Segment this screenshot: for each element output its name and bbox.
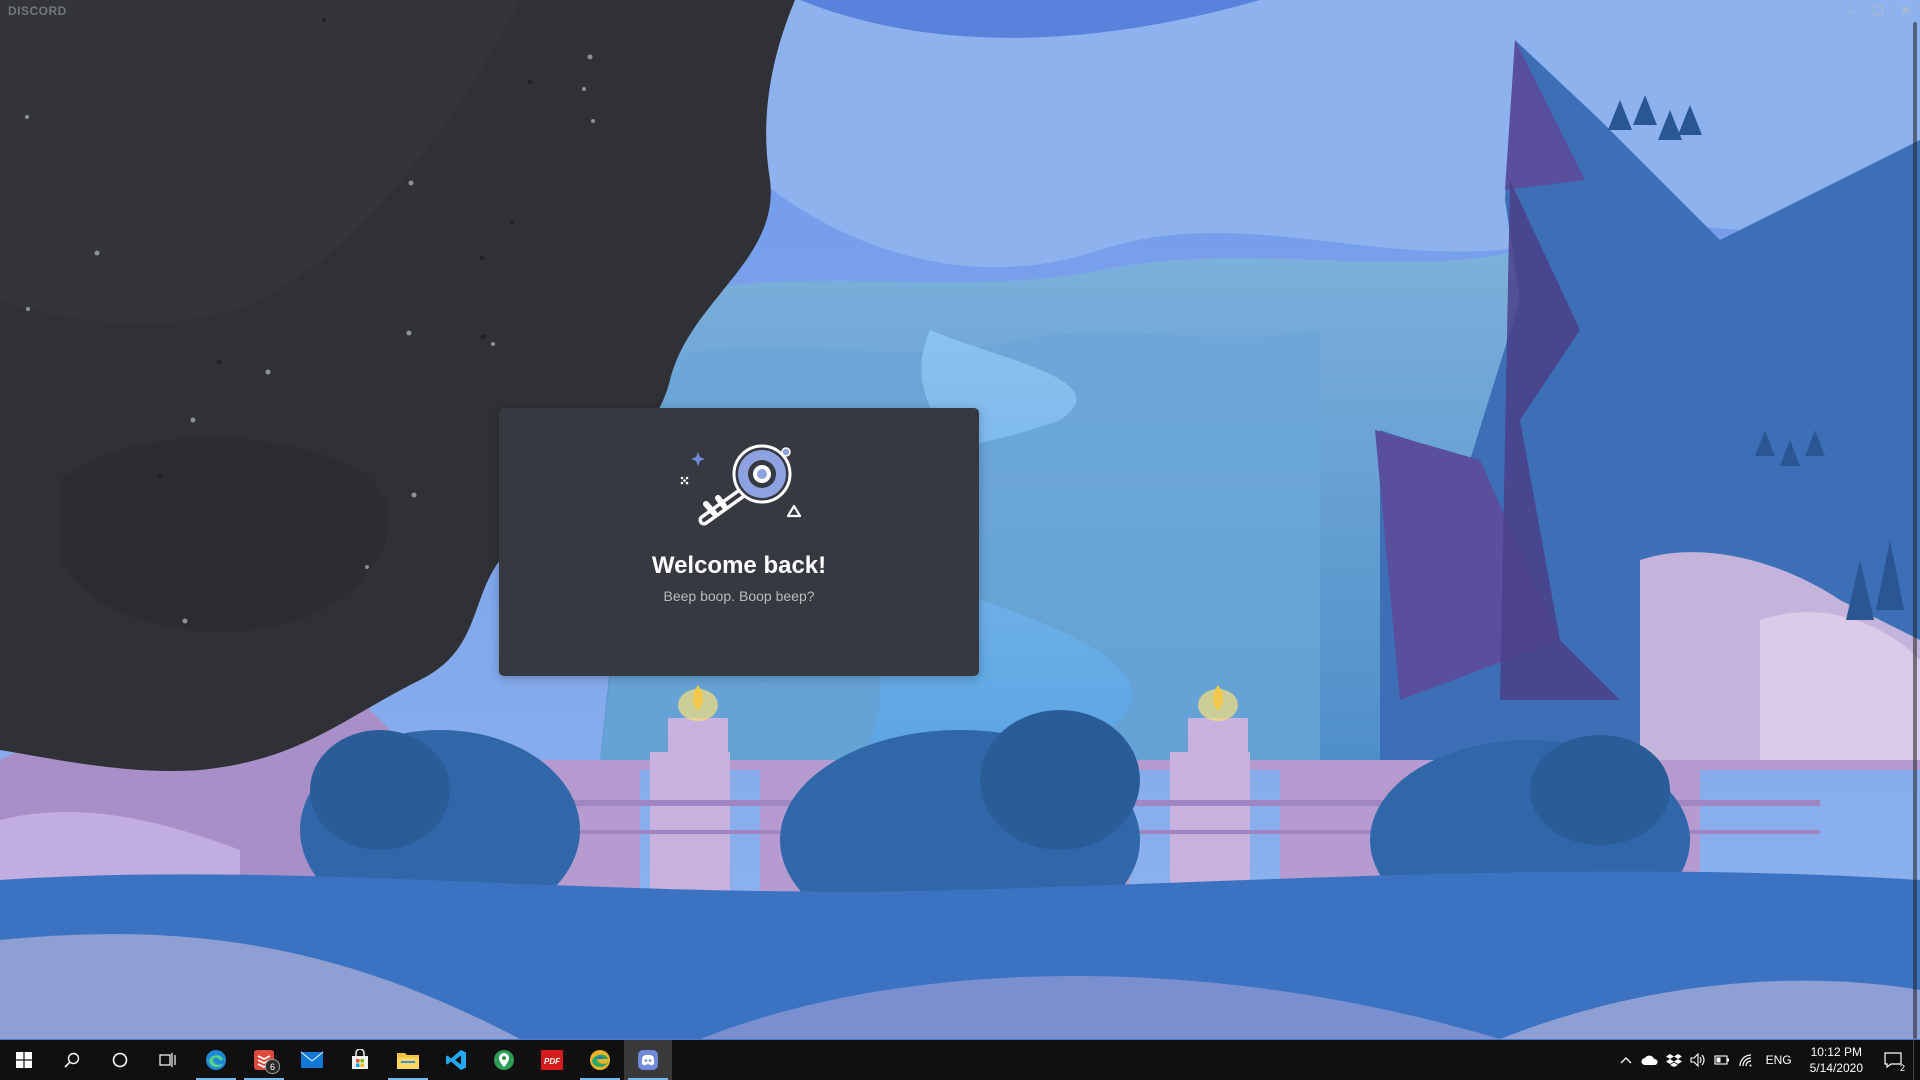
onedrive-tray-button[interactable] xyxy=(1638,1040,1662,1080)
taskbar-vscode[interactable] xyxy=(432,1040,480,1080)
window-controls: – ☐ ✕ xyxy=(1836,0,1920,22)
taskbar-file-explorer[interactable] xyxy=(384,1040,432,1080)
taskbar-maps[interactable] xyxy=(480,1040,528,1080)
key-illustration-icon xyxy=(680,444,802,526)
welcome-subtitle: Beep boop. Boop beep? xyxy=(663,588,815,604)
dropbox-icon xyxy=(1665,1054,1682,1067)
task-view-button[interactable] xyxy=(144,1040,192,1080)
store-icon xyxy=(352,1049,368,1069)
maximize-button[interactable]: ☐ xyxy=(1864,0,1892,22)
system-tray: ENG 10:12 PM 5/14/2020 2 xyxy=(1614,1040,1920,1080)
network-tray-button[interactable] xyxy=(1734,1040,1758,1080)
volume-tray-button[interactable] xyxy=(1686,1040,1710,1080)
folder-icon xyxy=(397,1053,419,1069)
search-icon xyxy=(64,1052,80,1068)
battery-icon xyxy=(1714,1055,1729,1065)
discord-icon xyxy=(638,1050,658,1070)
cortana-icon xyxy=(112,1052,128,1068)
mail-icon xyxy=(300,1051,324,1068)
notification-count: 2 xyxy=(1899,1063,1905,1073)
chevron-up-icon xyxy=(1620,1057,1632,1064)
taskbar-edge[interactable] xyxy=(192,1040,240,1080)
pdf-icon: PDF xyxy=(541,1050,563,1070)
vscode-icon xyxy=(446,1050,466,1070)
taskbar-discord[interactable] xyxy=(624,1040,672,1080)
welcome-card: Welcome back! Beep boop. Boop beep? xyxy=(499,408,979,676)
close-button[interactable]: ✕ xyxy=(1892,0,1920,22)
battery-tray-button[interactable] xyxy=(1710,1040,1734,1080)
window-scrollbar[interactable] xyxy=(1910,22,1920,1039)
search-button[interactable] xyxy=(48,1040,96,1080)
taskbar-todoist[interactable]: 6 xyxy=(240,1040,288,1080)
svg-text:PDF: PDF xyxy=(544,1057,561,1066)
maps-pin-icon xyxy=(494,1050,514,1070)
show-desktop-button[interactable] xyxy=(1913,1040,1920,1080)
edge-canary-icon xyxy=(590,1050,610,1070)
discord-window: DISCORD – ☐ ✕ Welcome back! Beep boop. B… xyxy=(0,0,1920,1039)
todoist-badge: 6 xyxy=(265,1059,280,1074)
edge-icon xyxy=(206,1050,226,1070)
taskbar-apps: 6 PDF xyxy=(0,1040,672,1080)
taskbar: 6 PDF ENG 10:12 PM 5/14/2020 2 xyxy=(0,1040,1920,1080)
action-center-button[interactable]: 2 xyxy=(1873,1040,1913,1080)
taskbar-store[interactable] xyxy=(336,1040,384,1080)
task-view-icon xyxy=(159,1053,176,1067)
wifi-icon xyxy=(1738,1054,1752,1067)
dropbox-tray-button[interactable] xyxy=(1662,1040,1686,1080)
taskbar-pdf[interactable]: PDF xyxy=(528,1040,576,1080)
window-titlebar[interactable]: DISCORD – ☐ ✕ xyxy=(0,0,1920,22)
speaker-icon xyxy=(1690,1053,1705,1067)
input-language-indicator[interactable]: ENG xyxy=(1758,1053,1800,1067)
show-hidden-icons-button[interactable] xyxy=(1614,1040,1638,1080)
clock-date: 5/14/2020 xyxy=(1809,1061,1863,1075)
app-name-label: DISCORD xyxy=(8,4,67,18)
start-button[interactable] xyxy=(0,1040,48,1080)
minimize-button[interactable]: – xyxy=(1836,0,1864,22)
taskbar-edge-canary[interactable] xyxy=(576,1040,624,1080)
clock-time: 10:12 PM xyxy=(1810,1045,1862,1059)
scrollbar-thumb[interactable] xyxy=(1913,22,1917,1039)
taskbar-mail[interactable] xyxy=(288,1040,336,1080)
welcome-title: Welcome back! xyxy=(651,552,827,579)
onedrive-cloud-icon xyxy=(1641,1055,1658,1065)
windows-logo-icon xyxy=(16,1052,32,1068)
taskbar-clock[interactable]: 10:12 PM 5/14/2020 xyxy=(1800,1044,1873,1076)
cortana-button[interactable] xyxy=(96,1040,144,1080)
